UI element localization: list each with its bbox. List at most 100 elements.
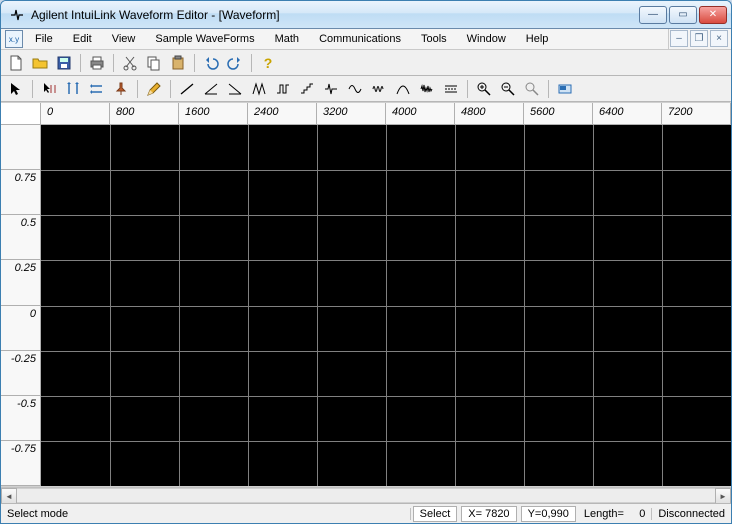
y-tick: -0.75: [1, 441, 40, 486]
scroll-left-button[interactable]: ◄: [1, 488, 17, 504]
x-tick: 7200: [662, 103, 731, 124]
status-x: X= 7820: [461, 506, 516, 522]
cut-icon[interactable]: [119, 52, 141, 74]
toolbar-separator: [170, 80, 171, 98]
scroll-right-button[interactable]: ►: [715, 488, 731, 504]
zoom-in-icon[interactable]: [473, 78, 495, 100]
sine-icon[interactable]: [344, 78, 366, 100]
scroll-track[interactable]: [17, 488, 715, 503]
toolbar-separator: [548, 80, 549, 98]
y-tick: 0.75: [1, 170, 40, 215]
y-tick: -0.25: [1, 351, 40, 396]
ramp-up-icon[interactable]: [200, 78, 222, 100]
print-icon[interactable]: [86, 52, 108, 74]
maximize-button[interactable]: ▭: [669, 6, 697, 24]
menu-math[interactable]: Math: [265, 29, 309, 49]
new-file-icon[interactable]: [5, 52, 27, 74]
staircase-icon[interactable]: [296, 78, 318, 100]
save-icon[interactable]: [53, 52, 75, 74]
y-tick: 0.25: [1, 260, 40, 305]
x-axis-header: 080016002400320040004800560064007200: [41, 103, 731, 125]
menu-sample-waveforms[interactable]: Sample WaveForms: [145, 29, 264, 49]
redo-icon[interactable]: [224, 52, 246, 74]
minimize-button[interactable]: —: [639, 6, 667, 24]
noise-icon[interactable]: [416, 78, 438, 100]
curve-icon[interactable]: [392, 78, 414, 100]
y-axis-header: 0.750.50.250-0.25-0.5-0.75: [1, 125, 41, 486]
ramp-down-icon[interactable]: [224, 78, 246, 100]
y-tick: 0: [1, 306, 40, 351]
marker-select-icon[interactable]: [38, 78, 60, 100]
x-tick: 0: [41, 103, 110, 124]
menu-communications[interactable]: Communications: [309, 29, 411, 49]
menubar: x.y File Edit View Sample WaveForms Math…: [1, 29, 731, 50]
toolbar-separator: [251, 54, 252, 72]
y-tick: -0.5: [1, 396, 40, 441]
open-icon[interactable]: [29, 52, 51, 74]
x-tick: 4800: [455, 103, 524, 124]
toolbar-separator: [80, 54, 81, 72]
undo-icon[interactable]: [200, 52, 222, 74]
grid-line-h: [41, 260, 731, 261]
waveform-icon[interactable]: [368, 78, 390, 100]
grid-line-h: [41, 351, 731, 352]
menu-view[interactable]: View: [102, 29, 146, 49]
line-icon[interactable]: [176, 78, 198, 100]
app-window: Agilent IntuiLink Waveform Editor - [Wav…: [0, 0, 732, 524]
square-icon[interactable]: [272, 78, 294, 100]
x-tick: 1600: [179, 103, 248, 124]
menu-help[interactable]: Help: [516, 29, 559, 49]
copy-icon[interactable]: [143, 52, 165, 74]
zoom-out-icon[interactable]: [497, 78, 519, 100]
plot-area[interactable]: [41, 125, 731, 486]
axis-corner: [1, 103, 41, 125]
y-tick: [1, 125, 40, 170]
svg-text:?: ?: [264, 55, 273, 71]
mdi-close-button[interactable]: ×: [710, 30, 728, 47]
status-length: Length= 0: [578, 508, 652, 520]
toolbar-separator: [32, 80, 33, 98]
editor-content: 080016002400320040004800560064007200 0.7…: [1, 102, 731, 503]
app-icon: [9, 7, 25, 23]
x-tick: 5600: [524, 103, 593, 124]
toolbar-separator: [137, 80, 138, 98]
mdi-restore-button[interactable]: ❐: [690, 30, 708, 47]
titlebar[interactable]: Agilent IntuiLink Waveform Editor - [Wav…: [1, 1, 731, 29]
horizontal-scrollbar[interactable]: ◄ ►: [1, 487, 731, 503]
grid-line-h: [41, 215, 731, 216]
grid-line-h: [41, 396, 731, 397]
triangle-icon[interactable]: [248, 78, 270, 100]
ymarker-icon[interactable]: [86, 78, 108, 100]
xmarker-icon[interactable]: [62, 78, 84, 100]
y-tick: 0.5: [1, 215, 40, 260]
dc-icon[interactable]: [440, 78, 462, 100]
x-tick: 800: [110, 103, 179, 124]
menu-file[interactable]: File: [25, 29, 63, 49]
x-tick: 3200: [317, 103, 386, 124]
status-y: Y=0,990: [521, 506, 576, 522]
x-tick: 6400: [593, 103, 662, 124]
standard-toolbar: ?: [1, 50, 731, 76]
paste-icon[interactable]: [167, 52, 189, 74]
grid-line-h: [41, 170, 731, 171]
zoom-reset-icon[interactable]: [521, 78, 543, 100]
toolbar-separator: [467, 80, 468, 98]
help-icon[interactable]: ?: [257, 52, 279, 74]
waveform-grid: 080016002400320040004800560064007200 0.7…: [1, 103, 731, 487]
x-tick: 2400: [248, 103, 317, 124]
pin-icon[interactable]: [110, 78, 132, 100]
menu-tools[interactable]: Tools: [411, 29, 457, 49]
status-select: Select: [413, 506, 458, 522]
menu-edit[interactable]: Edit: [63, 29, 102, 49]
toolbar-separator: [194, 54, 195, 72]
pointer-icon[interactable]: [5, 78, 27, 100]
close-button[interactable]: ✕: [699, 6, 727, 24]
grid-line-h: [41, 306, 731, 307]
mdi-minimize-button[interactable]: –: [670, 30, 688, 47]
toolbar-separator: [113, 54, 114, 72]
device-icon[interactable]: [554, 78, 576, 100]
waveform-doc-icon[interactable]: x.y: [5, 30, 23, 48]
pulse-icon[interactable]: [320, 78, 342, 100]
pencil-icon[interactable]: [143, 78, 165, 100]
menu-window[interactable]: Window: [457, 29, 516, 49]
